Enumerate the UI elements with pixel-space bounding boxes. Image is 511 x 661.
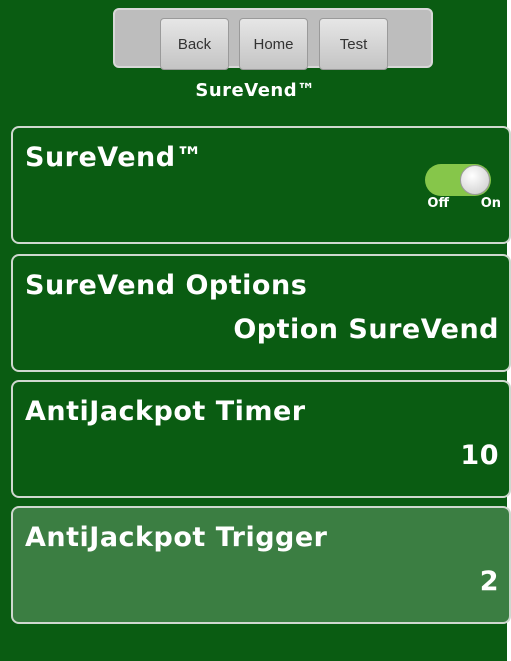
toggle-on-label: On [480, 196, 501, 211]
setting-value: Option SureVend [233, 314, 499, 345]
test-button[interactable]: Test [319, 18, 388, 70]
home-button[interactable]: Home [239, 18, 308, 70]
setting-value: 10 [460, 440, 499, 471]
setting-label: SureVend Options [25, 270, 308, 301]
app-screen: Back Home Test SureVend™ SureVend™ Off O… [0, 0, 511, 661]
setting-value: 2 [479, 566, 499, 597]
back-button[interactable]: Back [160, 18, 229, 70]
setting-label: AntiJackpot Timer [25, 396, 306, 427]
surevend-toggle[interactable] [425, 164, 491, 196]
page-title: SureVend™ [195, 80, 316, 101]
setting-row-surevend-options[interactable]: SureVend Options Option SureVend [11, 254, 511, 372]
setting-row-antijackpot-timer[interactable]: AntiJackpot Timer 10 [11, 380, 511, 498]
setting-row-antijackpot-trigger[interactable]: AntiJackpot Trigger 2 [11, 506, 511, 624]
setting-label: SureVend™ [25, 142, 204, 173]
setting-label: AntiJackpot Trigger [25, 522, 328, 553]
toggle-knob [460, 165, 490, 195]
setting-row-surevend[interactable]: SureVend™ Off On [11, 126, 511, 244]
toggle-off-label: Off [427, 196, 449, 211]
